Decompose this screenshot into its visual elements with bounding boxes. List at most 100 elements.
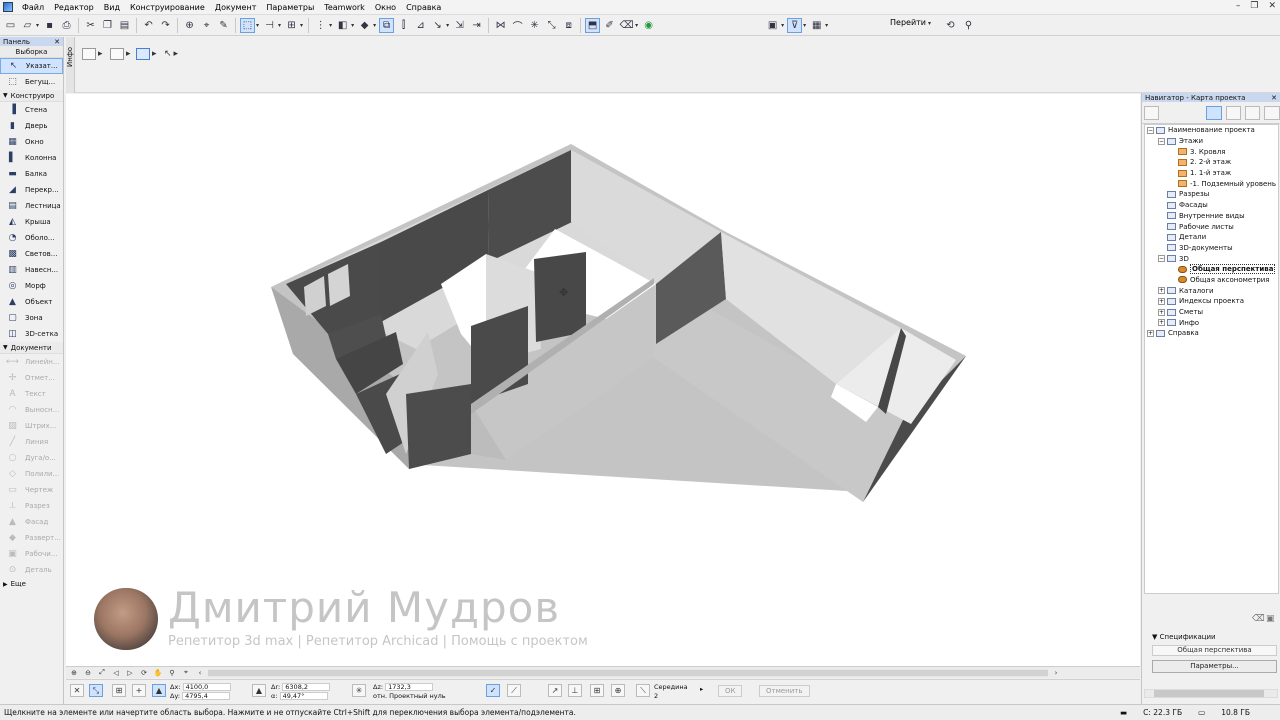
filter-icon[interactable]: ⊽ xyxy=(787,17,803,33)
tool-roof[interactable]: ◭ Крыша xyxy=(0,214,63,230)
new-file-icon[interactable]: ▭ xyxy=(3,18,18,33)
grid-icon[interactable]: ⊞ xyxy=(590,684,604,697)
close-tracker-icon[interactable]: ✕ xyxy=(70,684,84,697)
pan-icon[interactable]: ✋ xyxy=(152,668,164,678)
selection-method-control[interactable]: ▸ xyxy=(82,47,103,61)
toolbox-close-icon[interactable]: ✕ xyxy=(54,38,60,46)
tool-detail[interactable]: ⊙ Деталь xyxy=(0,562,63,578)
copy-icon[interactable]: ❐ xyxy=(100,18,115,33)
input-dx-icon[interactable]: ▲ xyxy=(152,684,166,697)
tool-object[interactable]: ▲ Объект xyxy=(0,294,63,310)
tree-item[interactable]: Фасады xyxy=(1145,200,1278,211)
expand-icon[interactable]: + xyxy=(1158,287,1165,295)
tree-item[interactable]: + Сметы xyxy=(1145,307,1278,318)
specifications-toggle[interactable]: ▼ Спецификации xyxy=(1152,633,1216,641)
tool-shell[interactable]: ◔ Оболо... xyxy=(0,230,63,246)
print-icon[interactable]: ⎙ xyxy=(59,18,74,33)
goto-button[interactable]: Перейти xyxy=(890,18,926,27)
tree-item[interactable]: + Индексы проекта xyxy=(1145,296,1278,307)
menu-help[interactable]: Справка xyxy=(401,3,446,12)
reference-level-label[interactable]: отн. Проектный нуль xyxy=(373,692,446,700)
layout-dropdown-icon[interactable]: ▾ xyxy=(781,22,784,29)
eraser-icon[interactable]: ⌫ xyxy=(619,18,634,33)
pointer-icon[interactable]: ↖ xyxy=(164,49,172,59)
tree-item[interactable]: Детали xyxy=(1145,232,1278,243)
dy-field[interactable]: Δy: 4795,4 xyxy=(170,692,231,700)
group-more[interactable]: ▶ Еще xyxy=(0,578,63,590)
expand-icon[interactable]: + xyxy=(1158,297,1165,305)
scroll-right-icon[interactable]: › xyxy=(1050,668,1062,678)
group-dropdown-icon[interactable]: ▾ xyxy=(256,22,259,29)
dz-value[interactable]: 1732,3 xyxy=(385,683,434,691)
polar-coords-icon[interactable]: ▲ xyxy=(252,684,266,697)
explode-icon[interactable]: ✳ xyxy=(527,18,542,33)
magnify-icon[interactable]: ⊕ xyxy=(611,684,625,697)
layer-icon[interactable]: ◆ xyxy=(357,18,372,33)
tool-section[interactable]: ⟂ Разрез xyxy=(0,498,63,514)
layout-book-icon[interactable] xyxy=(1245,105,1261,120)
tree-item[interactable]: − Наименование проекта xyxy=(1145,125,1278,136)
cancel-button[interactable]: Отменить xyxy=(759,685,810,697)
polygon-selection-icon[interactable] xyxy=(82,48,96,60)
tool-fill[interactable]: ▨ Штрих... xyxy=(0,418,63,434)
goto-dropdown-icon[interactable]: ▾ xyxy=(928,20,931,27)
layer-dropdown-icon[interactable]: ▾ xyxy=(373,22,376,29)
snap-divisions-value[interactable]: 2 xyxy=(654,692,658,700)
tool-line[interactable]: ╱ Линия xyxy=(0,434,63,450)
dx-value[interactable]: 4100,0 xyxy=(182,683,231,691)
open-folder-icon[interactable]: ▱ xyxy=(20,18,35,33)
orbit-icon[interactable]: ⟲ xyxy=(943,18,958,33)
tool-polyline[interactable]: ◇ Полили... xyxy=(0,466,63,482)
next-zoom-icon[interactable]: ▷ xyxy=(124,668,136,678)
rotated-rectangle-icon[interactable] xyxy=(136,48,150,60)
view-params-button[interactable]: Параметры... xyxy=(1152,660,1277,673)
publisher-icon[interactable] xyxy=(1264,105,1280,120)
open-dropdown-icon[interactable]: ▾ xyxy=(36,22,39,29)
save-icon[interactable]: ▪ xyxy=(42,18,57,33)
cut-icon[interactable]: ✂ xyxy=(83,18,98,33)
tool-elevation[interactable]: ▲ Фасад xyxy=(0,514,63,530)
eraser-icon[interactable]: ⌫ xyxy=(1252,614,1265,624)
menu-design[interactable]: Конструирование xyxy=(125,3,210,12)
zoom-in-icon[interactable]: ⊕ xyxy=(68,668,80,678)
tool-skylight[interactable]: ▩ Светов... xyxy=(0,246,63,262)
tool-zone[interactable]: ▢ Зона xyxy=(0,310,63,326)
dy-value[interactable]: 4795,4 xyxy=(182,692,231,700)
group-icon[interactable]: ⬚ xyxy=(240,17,256,33)
tool-slab[interactable]: ◢ Перекр... xyxy=(0,182,63,198)
tree-item[interactable]: Общая перспектива xyxy=(1145,264,1278,275)
menu-options[interactable]: Параметры xyxy=(261,3,319,12)
expand-icon[interactable]: + xyxy=(1147,329,1154,337)
snap-guides-icon[interactable]: ✓ xyxy=(486,684,500,697)
tool-stair[interactable]: ▤ Лестница xyxy=(0,198,63,214)
redo-icon[interactable]: ↷ xyxy=(158,18,173,33)
rectangle-selection-icon[interactable] xyxy=(110,48,124,60)
menu-document[interactable]: Документ xyxy=(210,3,262,12)
menu-window[interactable]: Окно xyxy=(370,3,401,12)
tool-interior-elevation[interactable]: ◆ Разверт... xyxy=(0,530,63,546)
3d-window[interactable]: ✥ xyxy=(66,94,1140,666)
fit-window-icon[interactable]: ⤢ xyxy=(96,668,108,678)
tree-item[interactable]: 3D-документы xyxy=(1145,243,1278,254)
inject-icon[interactable]: ✎ xyxy=(216,18,231,33)
tool-drawing[interactable]: ▭ Чертеж xyxy=(0,482,63,498)
publish-dropdown-icon[interactable]: ▾ xyxy=(825,22,828,29)
tree-item[interactable]: Общая аксонометрия xyxy=(1145,275,1278,286)
multiply-icon[interactable]: ⧈ xyxy=(561,18,576,33)
tree-item[interactable]: 3. Кровля xyxy=(1145,146,1278,157)
perpendicular-icon[interactable]: ⊥ xyxy=(568,684,582,697)
ok-button[interactable]: ОК xyxy=(718,685,743,697)
rectangle-dropdown-icon[interactable]: ▸ xyxy=(126,49,131,59)
grid-snap-icon[interactable]: ⋮ xyxy=(313,18,328,33)
menu-view[interactable]: Вид xyxy=(99,3,125,12)
offset-dropdown-icon[interactable]: ▾ xyxy=(446,22,449,29)
navigator-mode-icon[interactable] xyxy=(1144,105,1160,120)
pointer-dropdown-icon[interactable]: ▸ xyxy=(174,49,179,59)
tool-arc[interactable]: ○ Дуга/о... xyxy=(0,450,63,466)
tool-door[interactable]: ▮ Дверь xyxy=(0,118,63,134)
minimize-button[interactable]: – xyxy=(1236,1,1241,11)
render-icon[interactable]: ✐ xyxy=(602,18,617,33)
tool-column[interactable]: ▌ Колонна xyxy=(0,150,63,166)
navigator-close-icon[interactable]: ✕ xyxy=(1271,94,1277,102)
tree-item[interactable]: 1. 1-й этаж xyxy=(1145,168,1278,179)
